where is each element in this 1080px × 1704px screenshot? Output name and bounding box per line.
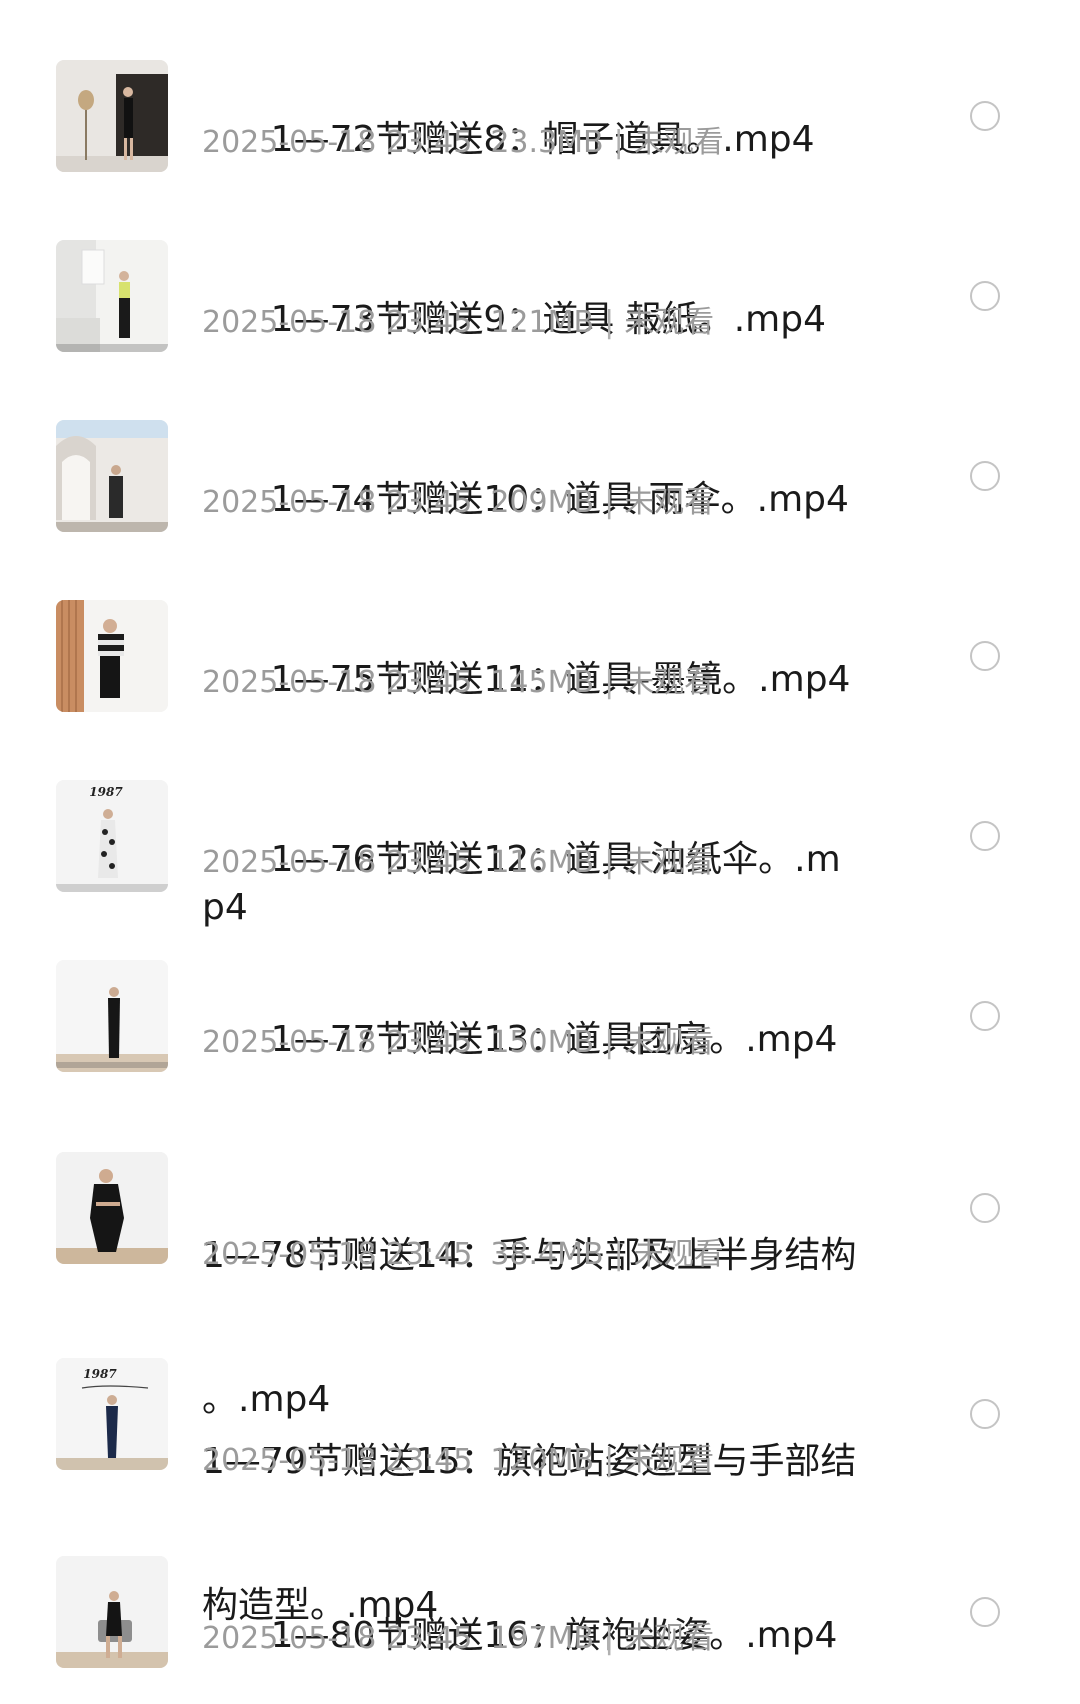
file-date: 2025-05-18 23:45 xyxy=(202,485,473,520)
watch-status: 未观看 xyxy=(624,305,715,340)
watch-status: 未观看 xyxy=(633,125,724,160)
file-title: 1—76节赠送12：道具-油纸伞。.mp4 xyxy=(202,788,862,980)
file-size: 121MB xyxy=(490,305,595,340)
video-thumbnail xyxy=(56,1556,168,1668)
thumb-caption: 1987 xyxy=(89,785,123,799)
thumb-caption: 1987 xyxy=(83,1367,117,1381)
file-date: 2025-05-18 23:45 xyxy=(202,1237,473,1272)
select-radio-icon[interactable] xyxy=(970,641,1000,671)
meta-separator: | xyxy=(613,1237,624,1272)
meta-separator: | xyxy=(604,1621,615,1656)
file-date: 2025-05-18 23:45 xyxy=(202,125,473,160)
file-meta: 2025-05-18 23:45 145MB | 未观看 xyxy=(202,663,714,703)
meta-separator: | xyxy=(604,1025,615,1060)
watch-status: 未观看 xyxy=(624,665,715,700)
meta-separator: | xyxy=(604,305,615,340)
file-date: 2025-05-18 23:45 xyxy=(202,665,473,700)
meta-separator: | xyxy=(604,485,615,520)
meta-separator: | xyxy=(604,665,615,700)
file-date: 2025-05-18 23:45 xyxy=(202,1025,473,1060)
video-thumbnail xyxy=(56,420,168,532)
video-thumbnail xyxy=(56,240,168,352)
watch-status: 未观看 xyxy=(624,1025,715,1060)
file-meta: 2025-05-18 23:45 116MB | 未观看 xyxy=(202,843,714,883)
watch-status: 未观看 xyxy=(624,1443,715,1478)
file-meta: 2025-05-18 23:45 38.4MB | 未观看 xyxy=(202,1235,724,1275)
select-radio-icon[interactable] xyxy=(970,1193,1000,1223)
select-radio-icon[interactable] xyxy=(970,1001,1000,1031)
file-meta: 2025-05-18 23:45 120MB | 未观看 xyxy=(202,1441,714,1481)
file-size: 38.4MB xyxy=(490,1237,604,1272)
file-date: 2025-05-18 23:45 xyxy=(202,845,473,880)
file-size: 145MB xyxy=(490,665,595,700)
meta-separator: | xyxy=(604,845,615,880)
video-thumbnail xyxy=(56,60,168,172)
file-date: 2025-05-18 23:45 xyxy=(202,305,473,340)
file-size: 150MB xyxy=(490,1025,595,1060)
file-meta: 2025-05-18 23:45 23.3MB | 未观看 xyxy=(202,123,724,163)
file-meta: 2025-05-18 23:45 197MB | 未观看 xyxy=(202,1619,714,1659)
file-size: 116MB xyxy=(490,845,595,880)
file-size: 23.3MB xyxy=(490,125,604,160)
file-meta: 2025-05-18 23:45 150MB | 未观看 xyxy=(202,1023,714,1063)
watch-status: 未观看 xyxy=(624,845,715,880)
file-list: 1—72节赠送8：帽子道具。.mp4 2025-05-18 23:45 23.3M… xyxy=(0,0,1080,1704)
select-radio-icon[interactable] xyxy=(970,461,1000,491)
video-thumbnail xyxy=(56,1152,168,1264)
video-thumbnail: 1987 xyxy=(56,780,168,892)
select-radio-icon[interactable] xyxy=(970,101,1000,131)
file-size: 209MB xyxy=(490,485,595,520)
watch-status: 未观看 xyxy=(624,1621,715,1656)
file-meta: 2025-05-18 23:45 209MB | 未观看 xyxy=(202,483,714,523)
watch-status: 未观看 xyxy=(624,485,715,520)
video-thumbnail xyxy=(56,960,168,1072)
select-radio-icon[interactable] xyxy=(970,281,1000,311)
meta-separator: | xyxy=(613,125,624,160)
watch-status: 未观看 xyxy=(633,1237,724,1272)
file-size: 197MB xyxy=(490,1621,595,1656)
select-radio-icon[interactable] xyxy=(970,1399,1000,1429)
video-thumbnail xyxy=(56,600,168,712)
file-date: 2025-05-18 23:45 xyxy=(202,1443,473,1478)
meta-separator: | xyxy=(604,1443,615,1478)
video-thumbnail: 1987 xyxy=(56,1358,168,1470)
file-meta: 2025-05-18 23:45 121MB | 未观看 xyxy=(202,303,714,343)
select-radio-icon[interactable] xyxy=(970,1597,1000,1627)
file-date: 2025-05-18 23:45 xyxy=(202,1621,473,1656)
select-radio-icon[interactable] xyxy=(970,821,1000,851)
file-size: 120MB xyxy=(490,1443,595,1478)
